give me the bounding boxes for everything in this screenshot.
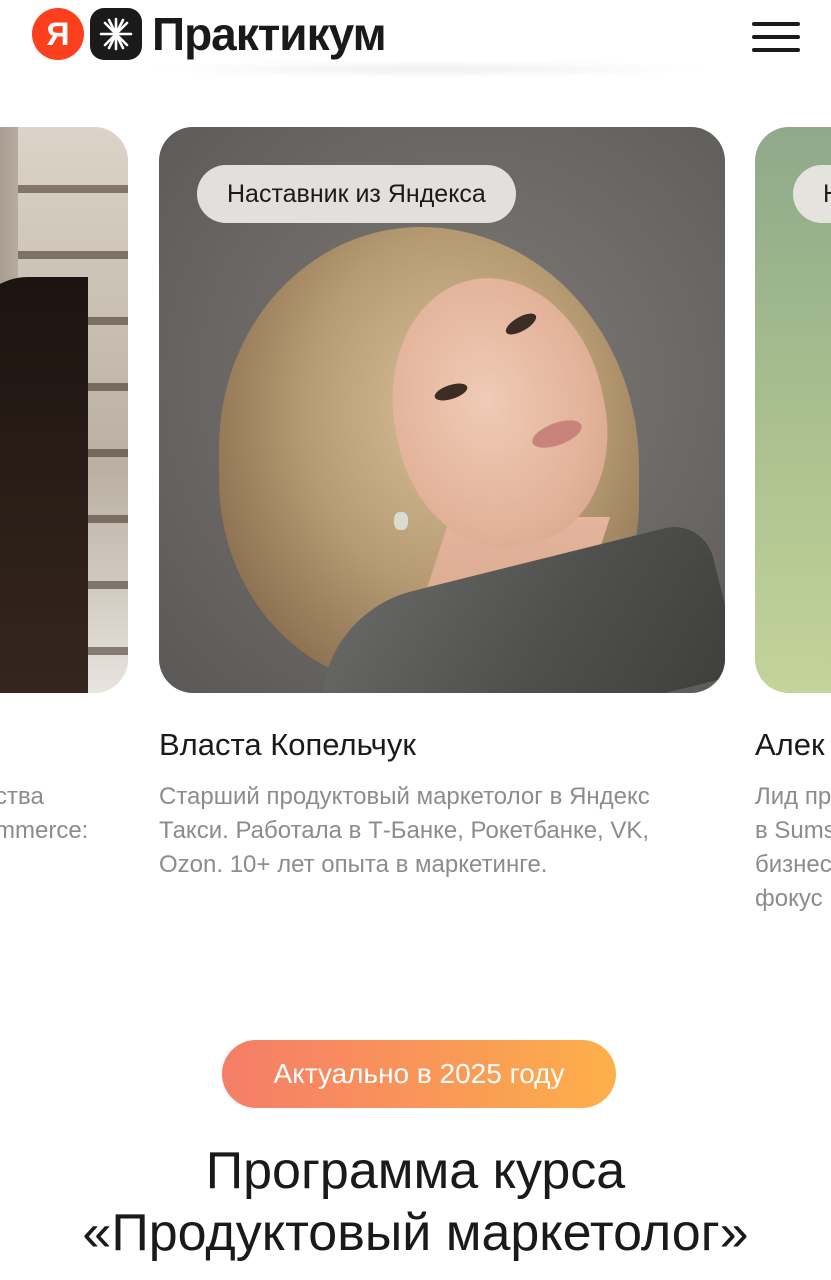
mentor-name: Власта Копельчук	[159, 727, 416, 762]
site-header: Я Практикум	[0, 0, 831, 80]
desc-line: Ozon. 10+ лет опыта в маркетинге.	[159, 851, 548, 878]
brand-name: Практикум	[152, 8, 387, 60]
header-shadow	[140, 60, 720, 78]
desc-line: ства	[0, 783, 44, 810]
mentor-photo-next[interactable]: Н	[755, 127, 831, 693]
desc-line: бизнес	[755, 851, 831, 878]
program-title-line: «Продуктовый маркетолог»	[82, 1204, 749, 1262]
burger-line	[752, 22, 800, 26]
program-title-line: Программа курса	[205, 1142, 626, 1200]
desc-line: Старший продуктовый маркетолог в Яндекс	[159, 783, 650, 810]
yandex-logo-icon: Я	[32, 8, 84, 60]
page: Я Практикум ства mmerce: Наставник из Ян…	[0, 0, 831, 1280]
mentor-card[interactable]: Наставник из Яндекса	[159, 127, 725, 693]
desc-line: mmerce:	[0, 817, 89, 844]
burger-line	[752, 35, 800, 39]
asterisk-logo-icon	[90, 8, 142, 60]
desc-line: фокус	[755, 885, 823, 912]
burger-line	[752, 48, 800, 52]
mentor-name-next: Алек	[755, 727, 825, 762]
mentor-desc-prev: ства mmerce:	[0, 780, 115, 848]
desc-line: Лид пр	[755, 783, 831, 810]
mentor-badge-next: Н	[793, 165, 831, 223]
mentor-hair	[0, 277, 88, 693]
mentor-desc: Старший продуктовый маркетолог в Яндекс …	[159, 780, 739, 882]
praktikum-logo[interactable]: Я Практикум	[32, 8, 387, 60]
burger-menu-icon[interactable]	[752, 22, 800, 52]
mentor-desc-next: Лид пр в Sums бизнес фокус	[755, 780, 831, 916]
desc-line: в Sums	[755, 817, 831, 844]
mentor-photo: Наставник из Яндекса	[159, 127, 725, 693]
mentor-photo-prev[interactable]	[0, 127, 128, 693]
photo-earring	[394, 512, 408, 530]
program-title: Программа курса «Продуктовый маркетолог»	[0, 1140, 831, 1264]
mentor-badge: Наставник из Яндекса	[197, 165, 516, 223]
actual-badge: Актуально в 2025 году	[222, 1040, 616, 1108]
desc-line: Такси. Работала в Т-Банке, Рокетбанке, V…	[159, 817, 650, 844]
